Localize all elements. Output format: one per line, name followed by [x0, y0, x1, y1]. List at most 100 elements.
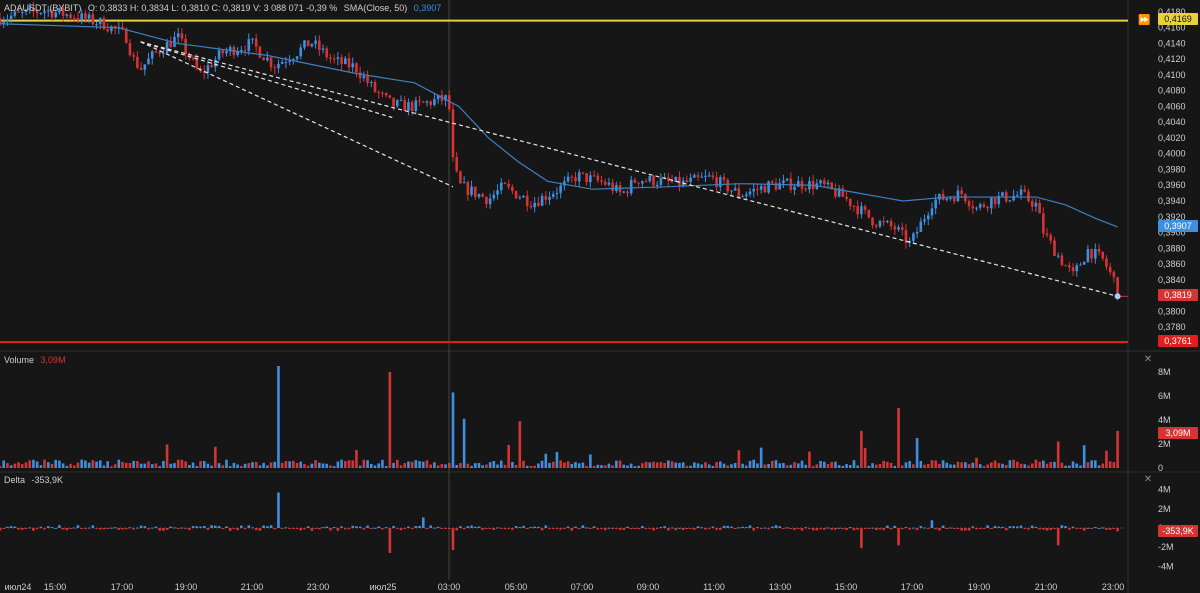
volume-bar	[473, 463, 477, 468]
candle-body	[210, 65, 213, 68]
volume-bar	[971, 462, 975, 468]
candle-body	[147, 58, 150, 65]
volume-bar	[455, 464, 458, 468]
time-tick-label: 17:00	[901, 582, 924, 592]
price-tick-label: 0,3880	[1158, 243, 1186, 253]
time-tick-label: 13:00	[769, 582, 792, 592]
delta-bar	[351, 525, 355, 528]
delta-bar	[395, 528, 399, 530]
volume-bar	[915, 438, 919, 468]
delta-bar	[1030, 525, 1034, 528]
delta-bar	[789, 528, 793, 529]
delta-bar	[615, 528, 618, 529]
candle-body	[236, 51, 239, 56]
candle-body	[726, 179, 730, 192]
delta-bar	[43, 528, 46, 530]
sma-label[interactable]: SMA(Close, 50)	[344, 3, 408, 13]
delta-bar	[329, 528, 332, 531]
delta-bar	[459, 526, 462, 528]
trendline	[140, 41, 393, 119]
volume-bar	[563, 462, 566, 468]
delta-bar	[726, 525, 730, 528]
candle-body	[1038, 202, 1041, 214]
volume-bar	[199, 461, 202, 468]
volume-bar	[778, 463, 782, 468]
volume-bar	[975, 457, 978, 468]
volume-bar	[388, 372, 392, 468]
candle-body	[715, 177, 718, 187]
volume-bar	[332, 466, 336, 468]
volume-bar	[949, 464, 952, 468]
volume-bar	[507, 445, 510, 468]
volume-bar	[280, 462, 284, 468]
volume-bar	[745, 465, 748, 468]
volume-bar	[774, 460, 778, 468]
chart-canvas[interactable]: 0,41800,41600,41400,41200,41000,40800,40…	[0, 0, 1200, 593]
time-tick-label: 21:00	[241, 582, 264, 592]
volume-bar	[548, 462, 551, 468]
delta-bar	[1064, 526, 1067, 528]
volume-bar	[0, 466, 2, 468]
delta-bar	[321, 527, 325, 529]
candle-body	[626, 191, 629, 194]
delta-bar	[58, 525, 61, 528]
candle-body	[455, 157, 458, 172]
delta-bar	[1112, 528, 1116, 529]
delta-bar	[1042, 528, 1045, 530]
volume-bar	[202, 461, 206, 468]
delta-bar	[711, 526, 715, 528]
candle-body	[243, 50, 247, 52]
volume-bar	[696, 463, 700, 468]
time-tick-label: 09:00	[637, 582, 660, 592]
delta-tick-label: 4M	[1158, 485, 1171, 495]
delta-bar	[217, 526, 221, 528]
volume-bar	[87, 462, 91, 468]
candle-body	[481, 194, 484, 197]
candle-body	[1086, 249, 1090, 262]
delta-bar	[551, 528, 555, 529]
volume-bar	[162, 461, 165, 468]
delta-bar	[529, 526, 533, 528]
delta-bar	[678, 527, 681, 529]
delta-close-icon[interactable]: ✕	[1143, 475, 1153, 485]
delta-bar	[254, 528, 258, 531]
candle-body	[303, 40, 306, 48]
delta-bar	[377, 526, 381, 528]
volume-bar	[848, 465, 852, 468]
delta-bar	[689, 528, 692, 529]
candle-body	[882, 221, 885, 223]
delta-bar	[871, 527, 874, 529]
delta-bar	[1075, 528, 1079, 529]
volume-bar	[61, 463, 65, 468]
delta-bar	[6, 526, 9, 528]
time-tick-label: 23:00	[307, 582, 330, 592]
candle-body	[459, 171, 462, 184]
candle-body	[589, 175, 592, 183]
delta-bar	[180, 527, 184, 529]
delta-bar	[258, 528, 262, 531]
scroll-to-latest-icon[interactable]: ⏩	[1138, 15, 1150, 26]
volume-bar	[50, 463, 54, 468]
candle-body	[886, 221, 889, 223]
delta-tick-label: 2M	[1158, 504, 1171, 514]
delta-bar	[399, 528, 403, 531]
delta-bar	[113, 527, 117, 529]
symbol-label[interactable]: ADAUSDT (BYBIT)	[4, 3, 81, 13]
volume-bar	[1012, 459, 1015, 468]
candle-body	[915, 231, 919, 234]
candle-body	[266, 57, 269, 61]
candle-body	[574, 177, 577, 182]
candle-body	[852, 205, 856, 207]
delta-tag: -353,9K	[1158, 525, 1198, 537]
candle-body	[169, 41, 173, 47]
delta-bar	[589, 528, 592, 529]
volume-bar	[306, 465, 310, 468]
delta-bar	[719, 528, 722, 530]
volume-close-icon[interactable]: ✕	[1143, 355, 1153, 365]
delta-bar	[952, 528, 956, 529]
candle-body	[889, 221, 893, 227]
volume-bar	[741, 463, 744, 468]
candle-body	[525, 195, 529, 206]
candle-body	[429, 101, 433, 106]
volume-bar	[719, 461, 722, 468]
